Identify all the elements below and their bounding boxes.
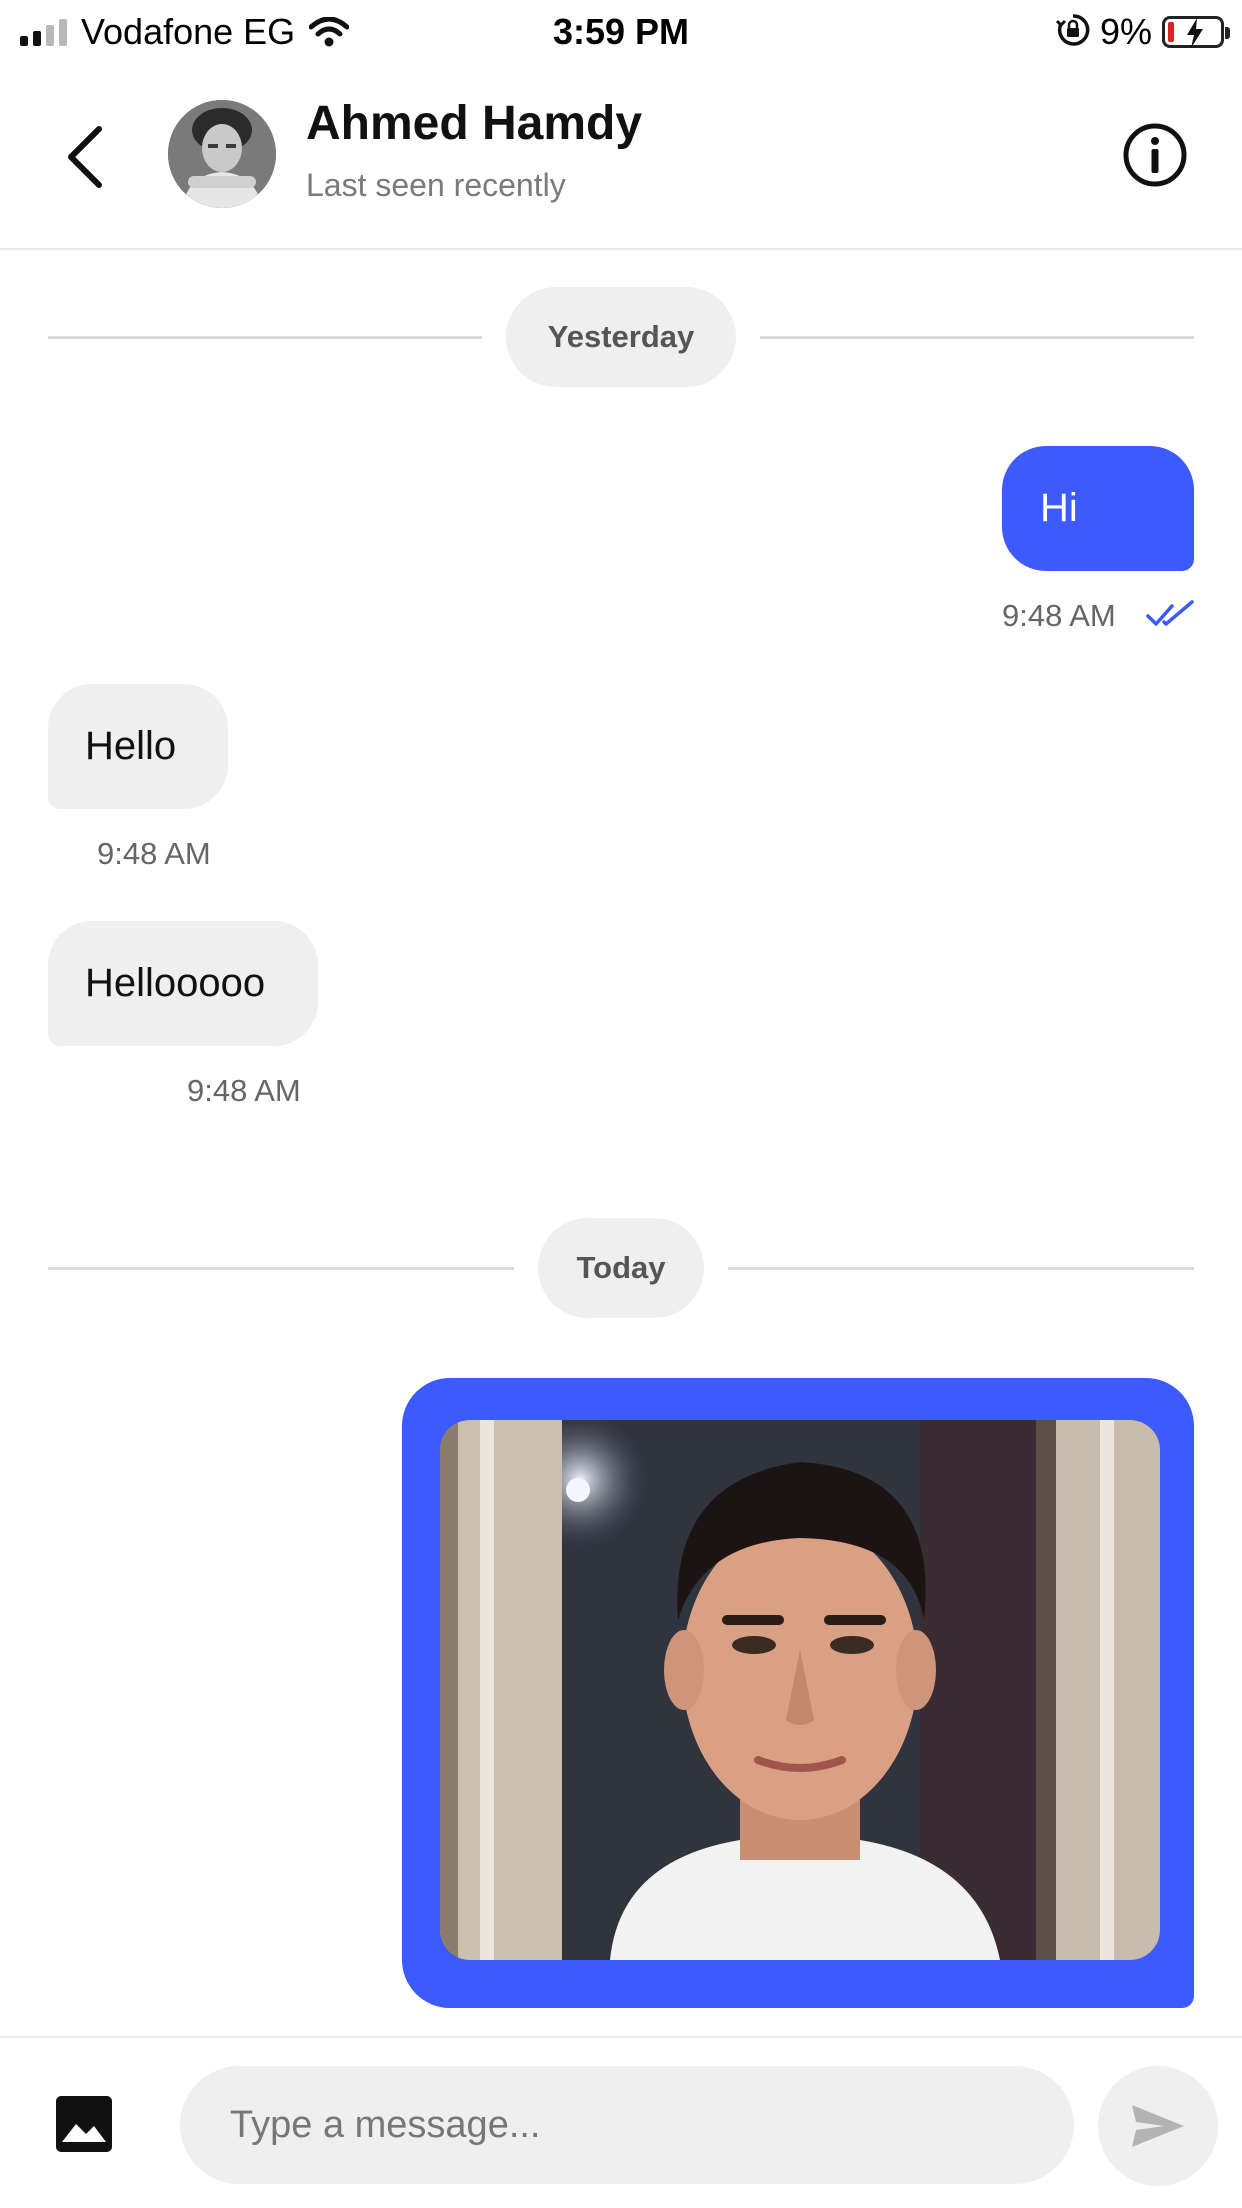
battery-charging-icon: [1162, 16, 1230, 48]
avatar[interactable]: [168, 100, 276, 208]
incoming-message-bubble[interactable]: Hello: [48, 684, 228, 809]
message-input[interactable]: [180, 2066, 1074, 2184]
contact-name[interactable]: Ahmed Hamdy: [306, 96, 642, 151]
divider: [48, 336, 482, 339]
message-composer: [0, 2036, 1242, 2208]
send-icon: [1132, 2105, 1184, 2147]
gallery-button[interactable]: [56, 2096, 112, 2152]
chat-header: Ahmed Hamdy Last seen recently: [0, 62, 1242, 250]
gallery-icon: [56, 2096, 112, 2152]
double-check-icon: [1146, 600, 1194, 626]
outgoing-message-bubble[interactable]: Hi: [1002, 446, 1194, 571]
message-time: 9:48 AM: [187, 1073, 301, 1108]
message-text: Hi: [1040, 486, 1078, 530]
date-separator-today: Today: [48, 1218, 1194, 1318]
battery-percent: 9%: [1099, 11, 1152, 52]
orientation-lock-icon: [1055, 13, 1090, 52]
outgoing-image-message[interactable]: [402, 1378, 1194, 2008]
send-button[interactable]: [1098, 2066, 1218, 2186]
info-icon: [1123, 123, 1187, 187]
back-arrow-icon: [68, 126, 102, 188]
message-text: Hello: [85, 724, 177, 768]
status-bar: Vodafone EG 3:59 PM 9%: [0, 0, 1242, 62]
message-time: 9:48 AM: [97, 836, 211, 871]
date-pill: Today: [538, 1218, 704, 1318]
divider: [760, 336, 1194, 339]
incoming-message-bubble[interactable]: Hellooooo: [48, 921, 318, 1046]
divider: [728, 1267, 1194, 1270]
date-separator-yesterday: Yesterday: [48, 287, 1194, 387]
contact-status: Last seen recently: [306, 167, 566, 203]
divider: [48, 1267, 514, 1270]
info-button[interactable]: [1122, 122, 1188, 188]
message-photo[interactable]: [440, 1420, 1160, 1960]
date-pill: Yesterday: [506, 287, 736, 387]
message-time: 9:48 AM: [1002, 598, 1116, 633]
status-right: 9%: [1055, 8, 1230, 56]
message-text: Hellooooo: [85, 961, 266, 1005]
back-button[interactable]: [50, 117, 120, 197]
